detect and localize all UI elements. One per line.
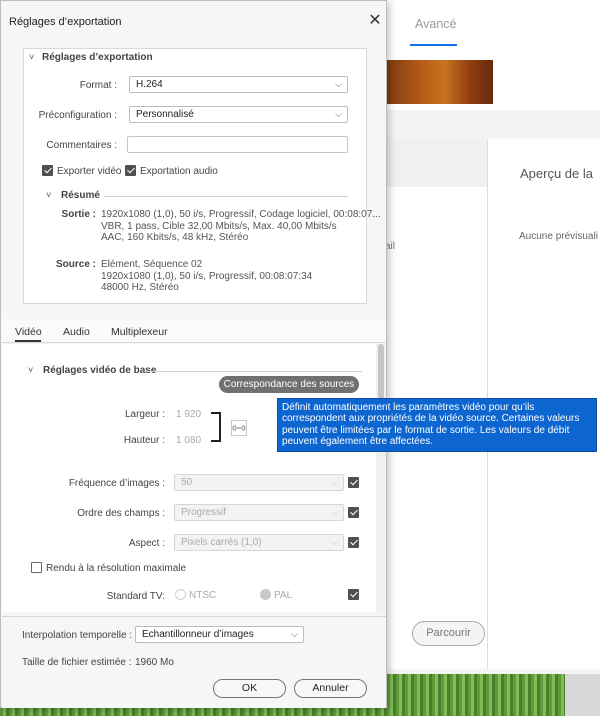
source-thumbnail bbox=[385, 60, 493, 104]
preview-title: Aperçu de la bbox=[520, 166, 593, 181]
source-line-2: 1920x1080 (1,0), 50 i/s, Progressif, 00:… bbox=[101, 270, 313, 282]
preset-label: Préconfiguration : bbox=[38, 110, 117, 121]
export-settings-dialog: Réglages d’exportation ✕ ˅ Réglages d’ex… bbox=[0, 0, 597, 708]
width-value[interactable]: 1 920 bbox=[176, 409, 201, 420]
tab-avance[interactable]: Avancé bbox=[415, 17, 456, 31]
chevron-down-icon[interactable]: ˅ bbox=[29, 53, 38, 62]
height-label: Hauteur : bbox=[123, 435, 165, 446]
tab-video[interactable]: Vidéo bbox=[15, 326, 42, 338]
output-label: Sortie : bbox=[61, 209, 96, 220]
aspect-label: Aspect : bbox=[128, 538, 165, 549]
export-section-header: Réglages d’exportation bbox=[42, 52, 153, 63]
export-audio-checkbox[interactable] bbox=[125, 165, 136, 176]
max-render-checkbox[interactable] bbox=[31, 562, 42, 573]
format-label: Format : bbox=[79, 80, 117, 91]
video-section-divider bbox=[149, 371, 362, 372]
time-interpolation-value: Echantillonneur d’images bbox=[142, 629, 254, 640]
chevron-down-icon: ⌵ bbox=[335, 79, 342, 89]
export-video-label: Exporter vidéo bbox=[57, 166, 122, 177]
file-size-value: 1960 Mo bbox=[135, 657, 174, 668]
field-order-select[interactable]: Progressif ⌵ bbox=[174, 504, 344, 521]
export-video-checkbox[interactable] bbox=[42, 165, 53, 176]
frame-rate-value: 50 bbox=[181, 477, 193, 488]
preset-value: Personnalisé bbox=[136, 109, 194, 120]
tab-bar bbox=[2, 319, 386, 343]
chevron-down-icon: ⌵ bbox=[331, 507, 338, 517]
aspect-checkbox[interactable] bbox=[348, 537, 359, 548]
comments-input[interactable] bbox=[127, 136, 348, 153]
preset-select[interactable]: Personnalisé ⌵ bbox=[129, 106, 348, 123]
comments-label: Commentaires : bbox=[46, 140, 117, 151]
tv-standard-checkbox[interactable] bbox=[348, 589, 359, 600]
match-source-tooltip: Définit automatiquement les paramètres v… bbox=[277, 398, 597, 452]
height-value[interactable]: 1 080 bbox=[176, 435, 201, 446]
cancel-button[interactable]: Annuler bbox=[294, 679, 367, 698]
output-line-2: VBR, 1 pass, Cible 32,00 Mbits/s, Max. 4… bbox=[101, 220, 337, 232]
link-icon[interactable] bbox=[231, 420, 247, 436]
dialog-title: Réglages d’exportation bbox=[9, 16, 122, 28]
pal-radio[interactable] bbox=[260, 589, 271, 600]
chevron-down-icon[interactable]: ˅ bbox=[46, 191, 55, 200]
frame-rate-label: Fréquence d’images : bbox=[68, 478, 165, 489]
tab-multiplexer[interactable]: Multiplexeur bbox=[111, 326, 168, 338]
width-label: Largeur : bbox=[124, 409, 165, 420]
tab-avance-underline bbox=[410, 44, 457, 46]
format-value: H.264 bbox=[136, 79, 163, 90]
tv-standard-label: Standard TV: bbox=[106, 591, 165, 602]
field-order-value: Progressif bbox=[181, 507, 227, 518]
output-line-3: AAC, 160 Kbits/s, 48 kHz, Stéréo bbox=[101, 232, 249, 244]
chevron-down-icon[interactable]: ˅ bbox=[28, 366, 37, 375]
chevron-down-icon: ⌵ bbox=[331, 477, 338, 487]
frame-rate-select[interactable]: 50 ⌵ bbox=[174, 474, 344, 491]
source-line-1: Elément, Séquence 02 bbox=[101, 259, 203, 270]
chevron-down-icon: ⌵ bbox=[291, 629, 298, 639]
aspect-value: Pixels carrés (1,0) bbox=[181, 537, 262, 548]
scrollbar-thumb[interactable] bbox=[378, 344, 384, 404]
no-preview-text: Aucune prévisuali bbox=[519, 231, 598, 242]
preview-panel-header bbox=[385, 139, 487, 187]
tab-audio[interactable]: Audio bbox=[63, 326, 90, 338]
summary-header: Résumé bbox=[61, 190, 100, 201]
source-label: Source : bbox=[55, 259, 96, 270]
output-line-1: 1920x1080 (1,0), 50 i/s, Progressif, Cod… bbox=[101, 209, 381, 220]
frame-rate-checkbox[interactable] bbox=[348, 477, 359, 488]
close-icon[interactable]: ✕ bbox=[367, 13, 383, 29]
time-interpolation-label: Interpolation temporelle : bbox=[22, 630, 133, 641]
field-order-checkbox[interactable] bbox=[348, 507, 359, 518]
summary-divider bbox=[104, 196, 348, 197]
time-interpolation-select[interactable]: Echantillonneur d’images ⌵ bbox=[135, 626, 304, 643]
chevron-down-icon: ⌵ bbox=[335, 109, 342, 119]
chevron-down-icon: ⌵ bbox=[331, 537, 338, 547]
pal-label: PAL bbox=[274, 590, 293, 601]
source-line-3: 48000 Hz, Stéréo bbox=[101, 282, 179, 294]
tab-video-underline bbox=[15, 340, 41, 342]
ok-button[interactable]: OK bbox=[213, 679, 286, 698]
basic-video-settings-header: Réglages vidéo de base bbox=[43, 365, 157, 376]
match-source-button[interactable]: Correspondance des sources bbox=[219, 376, 359, 393]
aspect-bracket bbox=[211, 412, 221, 442]
aspect-select[interactable]: Pixels carrés (1,0) ⌵ bbox=[174, 534, 344, 551]
ntsc-radio[interactable] bbox=[175, 589, 186, 600]
file-size-label: Taille de fichier estimée : bbox=[22, 657, 132, 668]
ntsc-label: NTSC bbox=[189, 590, 217, 601]
max-render-label: Rendu à la résolution maximale bbox=[46, 563, 187, 574]
browse-button[interactable]: Parcourir bbox=[412, 621, 485, 646]
export-audio-label: Exportation audio bbox=[140, 166, 218, 177]
format-select[interactable]: H.264 ⌵ bbox=[129, 76, 348, 93]
field-order-label: Ordre des champs : bbox=[77, 508, 165, 519]
